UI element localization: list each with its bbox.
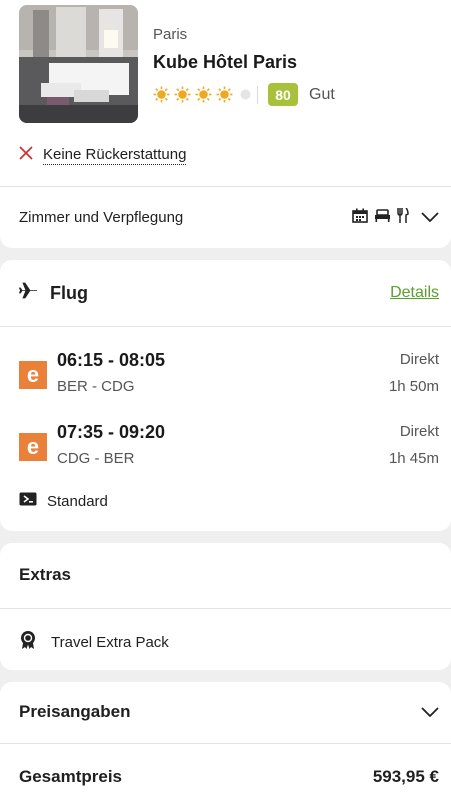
leg-time: 06:15 - 08:05	[57, 350, 166, 370]
cancellation-label: Keine Rückerstattung	[43, 146, 187, 165]
score-label: Gut	[309, 86, 335, 103]
flight-leg[interactable]: e 06:15 - 08:05 BER - CDG Direkt 1h 50m	[0, 348, 451, 398]
sun-icon-filled	[195, 86, 212, 108]
flight-details-link[interactable]: Details	[390, 284, 439, 302]
sun-icon-filled	[174, 86, 191, 108]
divider	[0, 743, 451, 744]
cutlery-icon	[397, 206, 409, 228]
award-badge-icon	[19, 630, 37, 655]
divider	[0, 608, 451, 609]
price-card: Preisangaben Gesamtpreis 593,95 €	[0, 682, 451, 800]
rating-divider	[257, 86, 258, 104]
extras-title: Extras	[19, 565, 71, 584]
flight-header: Flug Details	[0, 260, 451, 326]
leg-route: CDG - BER	[57, 450, 135, 467]
leg-route: BER - CDG	[57, 378, 135, 395]
sun-icon-filled	[216, 86, 233, 108]
airline-logo-icon: e	[19, 361, 47, 389]
cancellation-policy[interactable]: Keine Rückerstattung	[19, 146, 187, 165]
calendar-icon	[352, 208, 368, 228]
leg-stop-type: Direkt	[399, 351, 439, 368]
fare-class: Standard	[19, 492, 108, 511]
airline-logo-icon: e	[19, 433, 47, 461]
leg-duration: 1h 45m	[388, 450, 439, 467]
sun-icon-filled	[153, 86, 170, 108]
leg-time: 07:35 - 09:20	[57, 422, 166, 442]
total-price-value: 593,95 €	[372, 767, 439, 786]
bed-icon	[374, 208, 391, 228]
hotel-card: Paris Kube Hôtel Paris 80 Gut Keine Rück…	[0, 0, 451, 248]
fare-label: Standard	[47, 493, 108, 510]
room-board-toggle[interactable]: Zimmer und Verpflegung	[0, 187, 451, 248]
sun-rating	[153, 86, 254, 108]
leg-duration: 1h 50m	[388, 378, 439, 395]
flight-title: Flug	[50, 282, 88, 303]
extra-item[interactable]: Travel Extra Pack	[19, 630, 169, 655]
chevron-down-icon[interactable]	[421, 704, 439, 722]
extra-label: Travel Extra Pack	[51, 634, 169, 651]
chevron-down-icon	[421, 209, 439, 227]
ticket-icon	[19, 492, 37, 511]
divider	[0, 326, 451, 327]
close-icon	[19, 146, 33, 165]
plane-icon	[18, 282, 38, 304]
hotel-name[interactable]: Kube Hôtel Paris	[153, 52, 297, 73]
extras-card: Extras Travel Extra Pack	[0, 543, 451, 670]
hotel-city: Paris	[153, 26, 188, 43]
hotel-photo[interactable]	[19, 5, 138, 123]
leg-stop-type: Direkt	[399, 423, 439, 440]
total-price-label: Gesamtpreis	[19, 767, 122, 786]
sun-icon-empty	[237, 86, 254, 108]
board-icons	[352, 206, 409, 228]
score-badge: 80	[268, 83, 298, 106]
flight-leg[interactable]: e 07:35 - 09:20 CDG - BER Direkt 1h 45m	[0, 420, 451, 470]
room-board-label: Zimmer und Verpflegung	[19, 209, 184, 226]
flight-card: Flug Details e 06:15 - 08:05 BER - CDG D…	[0, 260, 451, 531]
price-details-toggle[interactable]: Preisangaben	[19, 702, 131, 722]
